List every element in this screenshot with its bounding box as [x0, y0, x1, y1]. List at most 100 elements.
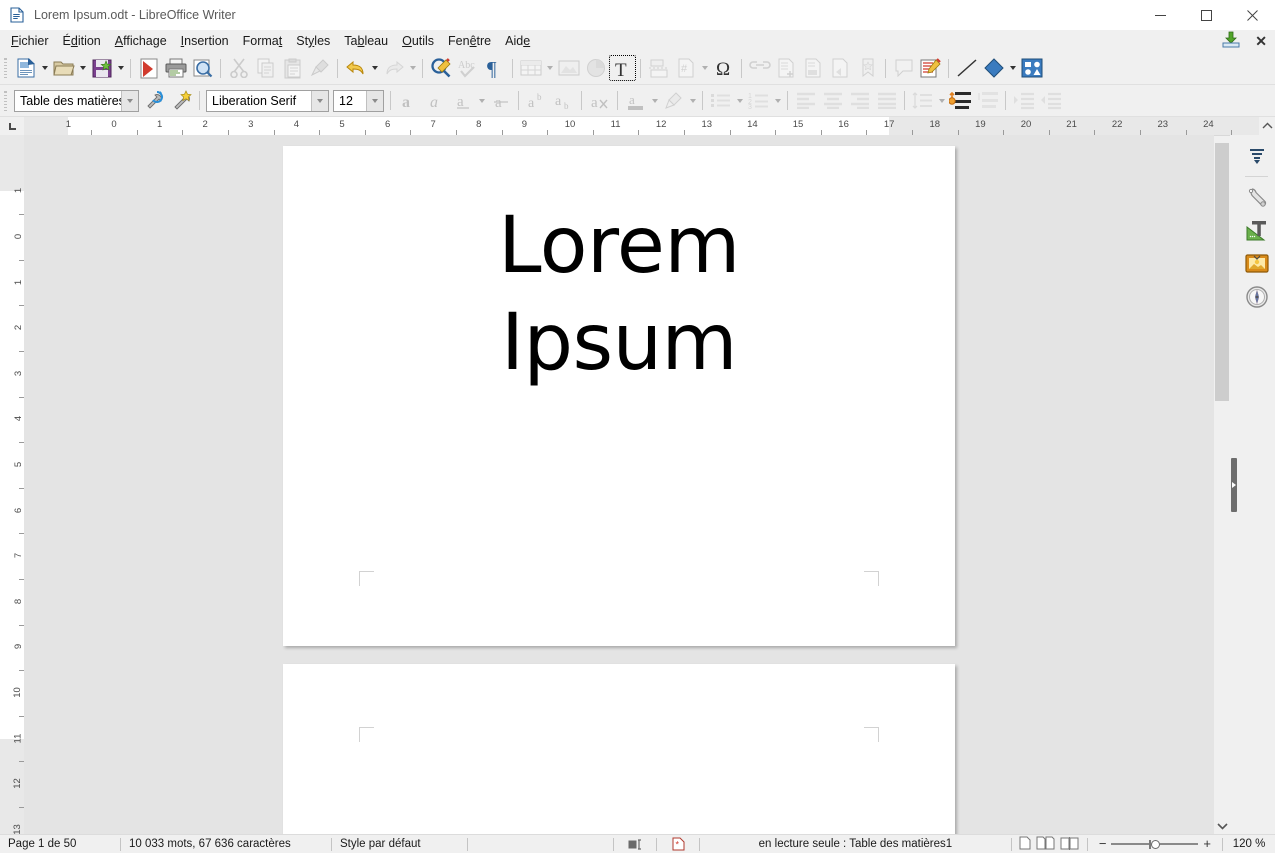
insert-table-dropdown[interactable]: [544, 55, 555, 81]
sidebar-item-styles[interactable]: [1242, 216, 1271, 245]
insert-line-button[interactable]: [953, 55, 980, 81]
status-edit-mode[interactable]: en lecture seule : Table des matières1: [700, 835, 1011, 853]
save-document-button[interactable]: [88, 55, 115, 81]
status-document-modified[interactable]: *: [657, 835, 699, 853]
insert-image-button[interactable]: [555, 55, 582, 81]
insert-field-button[interactable]: #: [672, 55, 699, 81]
menu-fichier[interactable]: Fichier: [4, 32, 56, 50]
multi-page-view-button[interactable]: [1036, 836, 1055, 853]
chevron-down-icon[interactable]: [366, 90, 383, 111]
find-replace-button[interactable]: [427, 55, 454, 81]
chevron-down-icon[interactable]: [311, 90, 328, 111]
zoom-slider[interactable]: − +: [1088, 837, 1222, 850]
bold-button[interactable]: a: [395, 88, 422, 114]
insert-endnote-button[interactable]: [800, 55, 827, 81]
scrollbar-track[interactable]: [1214, 143, 1230, 817]
italic-button[interactable]: a: [422, 88, 449, 114]
clone-formatting-button[interactable]: [306, 55, 333, 81]
highlighting-color-dropdown[interactable]: [687, 88, 698, 114]
print-button[interactable]: [162, 55, 189, 81]
underline-button[interactable]: a: [449, 88, 476, 114]
zoom-in-button[interactable]: +: [1198, 837, 1216, 850]
justified-button[interactable]: [873, 88, 900, 114]
menu-aide[interactable]: Aide: [498, 32, 537, 50]
align-right-button[interactable]: [846, 88, 873, 114]
superscript-button[interactable]: ab: [523, 88, 550, 114]
scrollbar-thumb[interactable]: [1215, 143, 1229, 401]
status-page-style[interactable]: Style par défaut: [332, 835, 467, 853]
scroll-down-button[interactable]: [1214, 817, 1230, 834]
zoom-out-button[interactable]: −: [1094, 837, 1112, 850]
decrease-paragraph-spacing-button[interactable]: [974, 88, 1001, 114]
sidebar-hide-handle[interactable]: [1230, 135, 1238, 834]
spelling-button[interactable]: Abc: [454, 55, 481, 81]
line-spacing-dropdown[interactable]: [936, 88, 947, 114]
vertical-ruler[interactable]: 1 0 1 2 3 4 5 6 7 8 9 10 11 12 13: [0, 135, 24, 834]
insert-field-dropdown[interactable]: [699, 55, 710, 81]
cross-reference-button[interactable]: [827, 55, 854, 81]
maximize-button[interactable]: [1183, 0, 1229, 30]
print-preview-button[interactable]: [189, 55, 216, 81]
basic-shapes-dropdown[interactable]: [1007, 55, 1018, 81]
status-selection-mode[interactable]: [614, 835, 656, 853]
status-page-number[interactable]: Page 1 de 50: [0, 835, 120, 853]
insert-table-button[interactable]: [517, 55, 544, 81]
paragraph-style-combobox[interactable]: Table des matières: [14, 89, 139, 112]
undo-button[interactable]: [342, 55, 369, 81]
new-style-button[interactable]: [168, 88, 195, 114]
menu-tableau[interactable]: Tableau: [337, 32, 395, 50]
increase-paragraph-spacing-button[interactable]: [947, 88, 974, 114]
menu-insertion[interactable]: Insertion: [174, 32, 236, 50]
unordered-list-button[interactable]: [707, 88, 734, 114]
menu-fenetre[interactable]: Fenêtre: [441, 32, 498, 50]
sidebar-item-properties[interactable]: [1242, 183, 1271, 212]
insert-footnote-button[interactable]: [773, 55, 800, 81]
insert-comment-button[interactable]: [890, 55, 917, 81]
ordered-list-dropdown[interactable]: [772, 88, 783, 114]
book-view-button[interactable]: [1060, 836, 1080, 853]
close-button[interactable]: [1229, 0, 1275, 30]
insert-text-box-button[interactable]: T: [609, 55, 636, 81]
copy-button[interactable]: [252, 55, 279, 81]
underline-dropdown[interactable]: [476, 88, 487, 114]
zoom-level-value[interactable]: 120 %: [1223, 835, 1275, 853]
increase-indent-button[interactable]: [1010, 88, 1037, 114]
horizontal-ruler[interactable]: 1 0 1 2 3 4 5 6 7 8 9 10 11 12 13 14 15 16 17 18 19 20 21 22 23 2…: [24, 117, 1259, 135]
menu-affichage[interactable]: Affichage: [108, 32, 174, 50]
scrollbar-split-handle[interactable]: [1214, 135, 1230, 143]
new-document-button[interactable]: [12, 55, 39, 81]
document-page-2[interactable]: [283, 664, 955, 834]
font-color-dropdown[interactable]: [649, 88, 660, 114]
basic-shapes-button[interactable]: [980, 55, 1007, 81]
document-page-1[interactable]: Lorem Ipsum: [283, 146, 955, 646]
zoom-knob[interactable]: [1151, 839, 1161, 849]
close-document-icon[interactable]: ✕: [1251, 33, 1271, 50]
clear-formatting-button[interactable]: a: [586, 88, 613, 114]
redo-button[interactable]: [380, 55, 407, 81]
sidebar-item-gallery[interactable]: [1242, 249, 1271, 278]
menu-styles[interactable]: Styles: [289, 32, 337, 50]
unordered-list-dropdown[interactable]: [734, 88, 745, 114]
formatting-marks-button[interactable]: ¶: [481, 55, 508, 81]
update-style-button[interactable]: [141, 88, 168, 114]
undo-dropdown[interactable]: [369, 55, 380, 81]
chevron-down-icon[interactable]: [121, 90, 138, 111]
save-download-icon[interactable]: [1221, 31, 1241, 52]
track-changes-button[interactable]: [917, 55, 944, 81]
subscript-button[interactable]: ab: [550, 88, 577, 114]
insert-chart-button[interactable]: [582, 55, 609, 81]
insert-hyperlink-button[interactable]: [746, 55, 773, 81]
document-canvas[interactable]: Lorem Ipsum: [24, 135, 1214, 834]
toolbar-grip[interactable]: [2, 57, 9, 79]
special-character-button[interactable]: Ω: [710, 55, 737, 81]
status-word-count[interactable]: 10 033 mots, 67 636 caractères: [121, 835, 331, 853]
vertical-scrollbar[interactable]: [1214, 135, 1230, 834]
redo-dropdown[interactable]: [407, 55, 418, 81]
bookmark-button[interactable]: [854, 55, 881, 81]
show-draw-functions-button[interactable]: [1018, 55, 1045, 81]
paste-button[interactable]: [279, 55, 306, 81]
line-spacing-button[interactable]: [909, 88, 936, 114]
font-name-combobox[interactable]: Liberation Serif: [206, 89, 329, 112]
zoom-track-right[interactable]: [1160, 843, 1199, 845]
status-language[interactable]: [468, 835, 613, 853]
